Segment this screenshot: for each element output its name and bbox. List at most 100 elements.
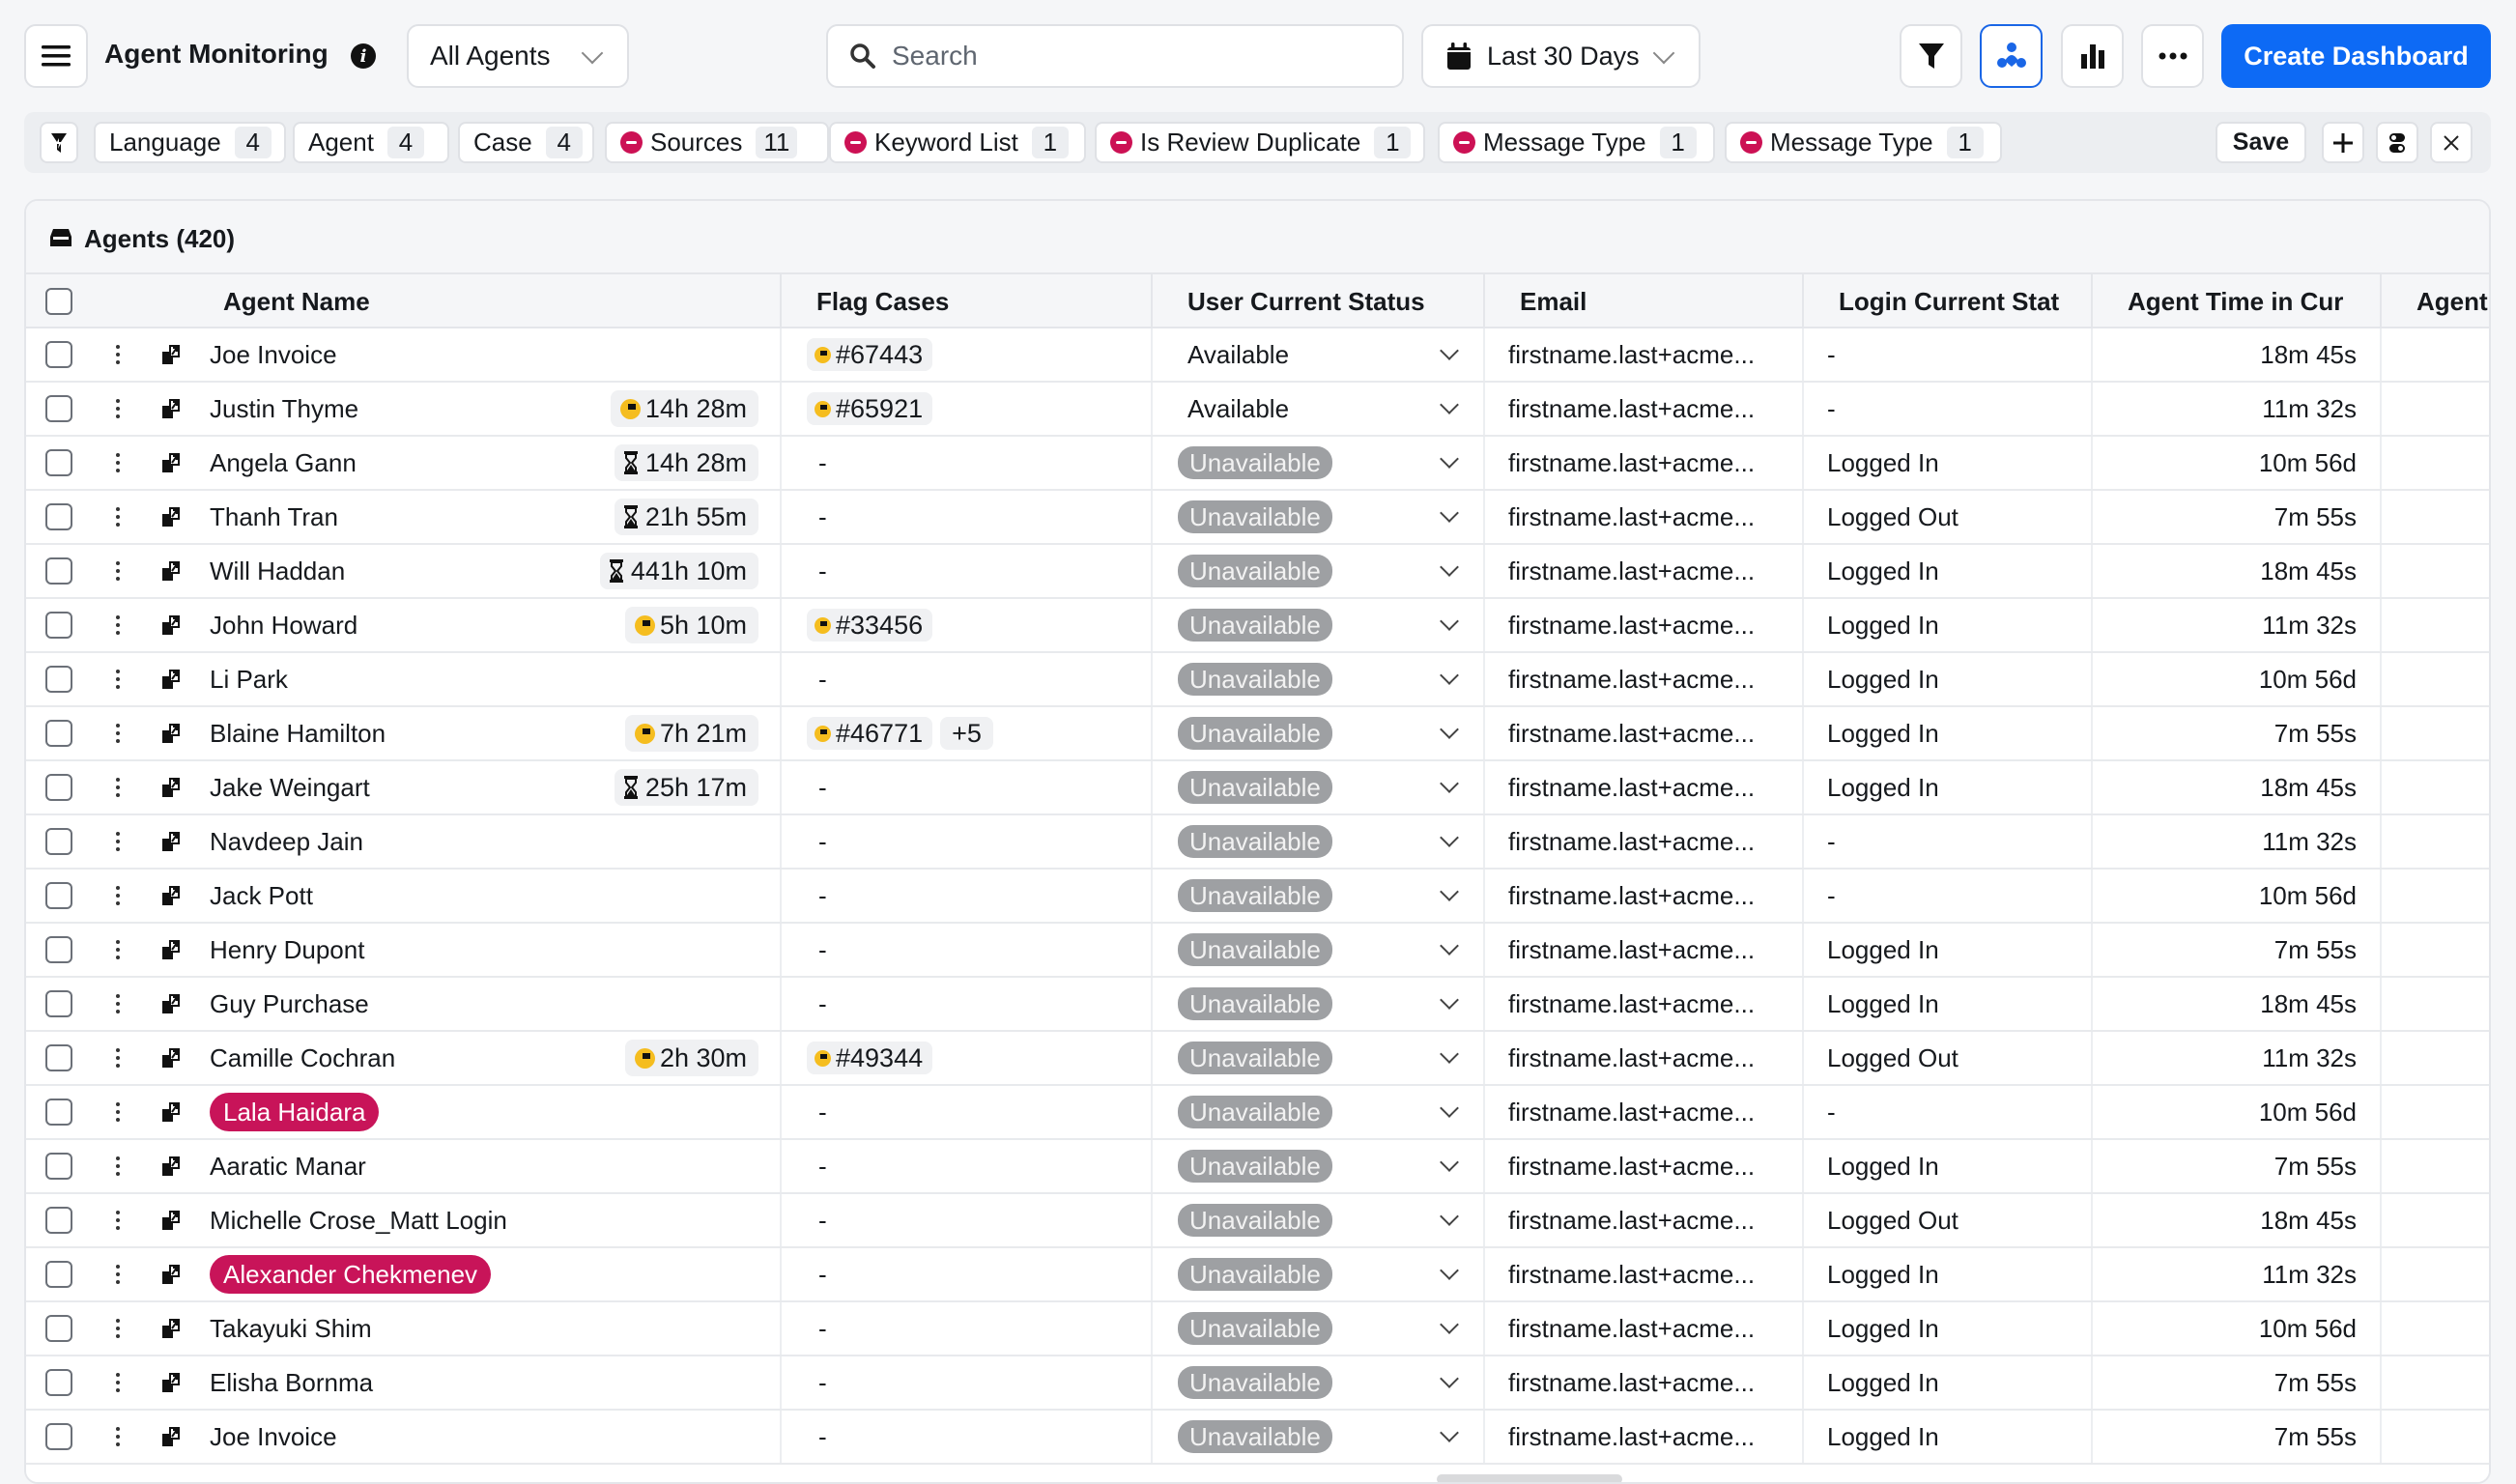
- table-row[interactable]: Elisha Bornma - Unavailable firstname.last+…: [26, 1356, 2489, 1411]
- row-checkbox[interactable]: [45, 1261, 72, 1288]
- row-checkbox[interactable]: [45, 449, 72, 476]
- open-external-icon[interactable]: [161, 777, 181, 798]
- user-status-cell[interactable]: Unavailable: [1153, 761, 1485, 813]
- open-external-icon[interactable]: [161, 1156, 181, 1177]
- open-external-icon[interactable]: [161, 1264, 181, 1285]
- row-checkbox[interactable]: [45, 774, 72, 801]
- case-badge[interactable]: #67443: [807, 338, 933, 371]
- agent-name[interactable]: Angela Gann: [210, 448, 357, 478]
- kebab-menu-icon[interactable]: [116, 1048, 120, 1068]
- table-row[interactable]: Michelle Crose_Matt Login - Unavailable fir…: [26, 1194, 2489, 1248]
- row-checkbox[interactable]: [45, 503, 72, 530]
- table-row[interactable]: Camille Cochran 2h 30m #49344 Unavailable fi…: [26, 1032, 2489, 1086]
- open-external-icon[interactable]: [161, 614, 181, 636]
- horizontal-scrollbar[interactable]: [26, 1472, 2489, 1482]
- table-row[interactable]: Thanh Tran 21h 55m - Unavailable firstname.l…: [26, 491, 2489, 545]
- user-status-cell[interactable]: Unavailable: [1153, 1411, 1485, 1463]
- open-external-icon[interactable]: [161, 939, 181, 960]
- kebab-menu-icon[interactable]: [116, 399, 120, 418]
- filter-chip[interactable]: Message Type 1: [1438, 122, 1715, 163]
- kebab-menu-icon[interactable]: [116, 940, 120, 959]
- save-filters-button[interactable]: Save: [2216, 122, 2306, 163]
- table-row[interactable]: Guy Purchase - Unavailable firstname.last+a…: [26, 978, 2489, 1032]
- open-external-icon[interactable]: [161, 669, 181, 690]
- open-external-icon[interactable]: [161, 831, 181, 852]
- agent-name[interactable]: Camille Cochran: [210, 1043, 395, 1073]
- user-status-cell[interactable]: Unavailable: [1153, 978, 1485, 1030]
- row-checkbox[interactable]: [45, 1099, 72, 1126]
- row-checkbox[interactable]: [45, 341, 72, 368]
- agent-name[interactable]: Jake Weingart: [210, 773, 370, 803]
- kebab-menu-icon[interactable]: [116, 778, 120, 797]
- user-status-cell[interactable]: Unavailable: [1153, 437, 1485, 489]
- kebab-menu-icon[interactable]: [116, 994, 120, 1013]
- open-external-icon[interactable]: [161, 1210, 181, 1231]
- open-external-icon[interactable]: [161, 344, 181, 365]
- row-checkbox[interactable]: [45, 666, 72, 693]
- kebab-menu-icon[interactable]: [116, 561, 120, 581]
- kebab-menu-icon[interactable]: [116, 1319, 120, 1338]
- group-view-button[interactable]: [1980, 24, 2043, 88]
- agent-name[interactable]: Joe Invoice: [210, 340, 337, 370]
- open-external-icon[interactable]: [161, 1426, 181, 1447]
- table-row[interactable]: Jake Weingart 25h 17m - Unavailable firstnam…: [26, 761, 2489, 815]
- user-status-cell[interactable]: Unavailable: [1153, 924, 1485, 976]
- column-header-email[interactable]: Email: [1485, 274, 1804, 328]
- row-checkbox[interactable]: [45, 990, 72, 1017]
- kebab-menu-icon[interactable]: [116, 1102, 120, 1122]
- column-header-login-status[interactable]: Login Current Stat: [1804, 274, 2093, 328]
- table-row[interactable]: Joe Invoice #67443 Available firstname.last…: [26, 328, 2489, 383]
- row-checkbox[interactable]: [45, 1044, 72, 1071]
- row-checkbox[interactable]: [45, 395, 72, 422]
- agent-name[interactable]: Michelle Crose_Matt Login: [210, 1206, 507, 1236]
- row-checkbox[interactable]: [45, 1315, 72, 1342]
- row-checkbox[interactable]: [45, 882, 72, 909]
- case-badge[interactable]: #33456: [807, 609, 933, 642]
- filter-chip[interactable]: Is Review Duplicate 1: [1095, 122, 1425, 163]
- filter-chip[interactable]: Sources 11: [605, 122, 829, 163]
- more-cases-badge[interactable]: +5: [940, 717, 993, 750]
- user-status-cell[interactable]: Unavailable: [1153, 1248, 1485, 1300]
- kebab-menu-icon[interactable]: [116, 453, 120, 472]
- open-external-icon[interactable]: [161, 452, 181, 473]
- kebab-menu-icon[interactable]: [116, 345, 120, 364]
- agent-name[interactable]: Takayuki Shim: [210, 1314, 372, 1344]
- user-status-cell[interactable]: Unavailable: [1153, 707, 1485, 759]
- filter-chip[interactable]: Language 4: [94, 122, 286, 163]
- column-header-flag-cases[interactable]: Flag Cases: [782, 274, 1153, 328]
- row-checkbox[interactable]: [45, 720, 72, 747]
- user-status-cell[interactable]: Available: [1153, 383, 1485, 435]
- table-row[interactable]: Justin Thyme 14h 28m #65921 Available firstn…: [26, 383, 2489, 437]
- agent-name[interactable]: Justin Thyme: [210, 394, 358, 424]
- row-checkbox[interactable]: [45, 1153, 72, 1180]
- open-external-icon[interactable]: [161, 993, 181, 1014]
- row-checkbox[interactable]: [45, 1423, 72, 1450]
- chart-view-button[interactable]: [2061, 24, 2124, 88]
- select-all-checkbox[interactable]: [45, 288, 72, 315]
- more-options-button[interactable]: [2141, 24, 2204, 88]
- case-badge[interactable]: #46771: [807, 717, 933, 750]
- table-row[interactable]: Alexander Chekmenev - Unavailable firstname…: [26, 1248, 2489, 1302]
- user-status-cell[interactable]: Unavailable: [1153, 1140, 1485, 1192]
- open-external-icon[interactable]: [161, 885, 181, 906]
- table-row[interactable]: Lala Haidara - Unavailable firstname.last+a…: [26, 1086, 2489, 1140]
- user-status-cell[interactable]: Unavailable: [1153, 1032, 1485, 1084]
- case-badge[interactable]: #49344: [807, 1042, 933, 1074]
- user-status-cell[interactable]: Unavailable: [1153, 653, 1485, 705]
- agent-name[interactable]: Will Haddan: [210, 556, 345, 586]
- row-checkbox[interactable]: [45, 557, 72, 585]
- kebab-menu-icon[interactable]: [116, 507, 120, 527]
- agent-name[interactable]: Guy Purchase: [210, 989, 369, 1019]
- agent-name-highlighted[interactable]: Alexander Chekmenev: [210, 1255, 492, 1294]
- table-row[interactable]: Jack Pott - Unavailable firstname.last+acme…: [26, 870, 2489, 924]
- filter-chip[interactable]: Keyword List 1: [829, 122, 1086, 163]
- info-icon[interactable]: i: [351, 43, 376, 69]
- column-header-user-status[interactable]: User Current Status: [1153, 274, 1485, 328]
- date-range-dropdown[interactable]: Last 30 Days: [1421, 24, 1701, 88]
- user-status-cell[interactable]: Unavailable: [1153, 815, 1485, 868]
- row-checkbox[interactable]: [45, 612, 72, 639]
- kebab-menu-icon[interactable]: [116, 1427, 120, 1446]
- table-row[interactable]: Henry Dupont - Unavailable firstname.last+a…: [26, 924, 2489, 978]
- open-external-icon[interactable]: [161, 398, 181, 419]
- table-row[interactable]: Blaine Hamilton 7h 21m #46771 +5 Unavailable…: [26, 707, 2489, 761]
